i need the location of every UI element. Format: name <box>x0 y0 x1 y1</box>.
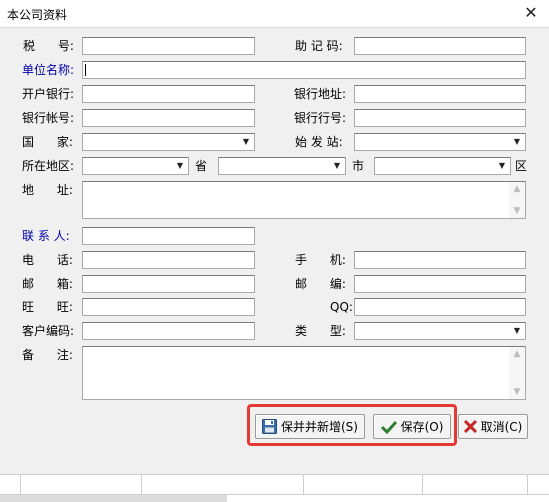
grid-cell <box>303 475 423 494</box>
address-field[interactable]: ▲ ▼ <box>82 181 526 219</box>
save-and-new-button[interactable]: 保并并新增(S) <box>255 414 365 439</box>
email-label: 邮 箱: <box>22 277 73 291</box>
contact-label: 联 系 人: <box>22 229 70 243</box>
bank-account-label: 银行帐号: <box>22 111 75 125</box>
region-label: 所在地区: <box>22 159 75 173</box>
city-select[interactable]: ▼ <box>374 157 511 175</box>
scroll-up-icon[interactable]: ▲ <box>509 182 525 196</box>
address-scrollbar[interactable]: ▲ ▼ <box>509 182 525 218</box>
phone-label: 电 话: <box>22 253 73 267</box>
scroll-down-icon[interactable]: ▼ <box>509 204 525 218</box>
origin-station-select[interactable]: ▼ <box>354 133 526 151</box>
postcode-field[interactable] <box>354 275 526 293</box>
company-name-label: 单位名称: <box>22 63 75 77</box>
bank-address-field[interactable] <box>354 85 526 103</box>
chevron-down-icon[interactable]: ▼ <box>509 134 525 150</box>
mnemonic-field[interactable] <box>354 37 526 55</box>
grid-cell <box>422 475 528 494</box>
bank-account-field[interactable] <box>82 109 255 127</box>
window-title: 本公司资料 <box>7 8 68 22</box>
cancel-button[interactable]: 取消(C) <box>458 414 528 439</box>
background-table-strip <box>0 474 549 502</box>
tax-no-label: 税 号: <box>23 39 74 53</box>
qq-field[interactable] <box>354 298 526 316</box>
phone-field[interactable] <box>82 251 255 269</box>
type-select[interactable]: ▼ <box>354 322 526 340</box>
chevron-down-icon[interactable]: ▼ <box>329 158 345 174</box>
customer-code-label: 客户编码: <box>22 324 75 338</box>
bank-label: 开户银行: <box>22 87 75 101</box>
close-icon[interactable]: ✕ <box>519 2 543 24</box>
city-label: 市 <box>352 159 365 173</box>
contact-field[interactable] <box>82 227 255 245</box>
wangwang-label: 旺 旺: <box>22 300 73 314</box>
bank-code-field[interactable] <box>354 109 526 127</box>
chevron-down-icon[interactable]: ▼ <box>509 323 525 339</box>
remark-label: 备 注: <box>22 348 73 362</box>
bank-field[interactable] <box>82 85 255 103</box>
mnemonic-label: 助 记 码: <box>295 39 343 53</box>
check-icon <box>380 420 397 434</box>
email-field[interactable] <box>82 275 255 293</box>
scroll-up-icon[interactable]: ▲ <box>509 347 525 361</box>
remark-scrollbar[interactable]: ▲ ▼ <box>509 347 525 399</box>
mobile-label: 手 机: <box>295 253 346 267</box>
save-label: 保存(O) <box>400 420 444 434</box>
title-bar: 本公司资料 ✕ <box>0 0 549 28</box>
cancel-x-icon <box>463 420 477 433</box>
bank-address-label: 银行地址: <box>294 87 347 101</box>
type-label: 类 型: <box>295 324 346 338</box>
tax-no-field[interactable] <box>82 37 255 55</box>
grid-cell <box>141 475 304 494</box>
save-and-new-label: 保并并新增(S) <box>281 420 358 434</box>
province-select[interactable]: ▼ <box>218 157 346 175</box>
origin-station-label: 始 发 站: <box>295 135 343 149</box>
district-label: 区 <box>515 159 528 173</box>
qq-label: QQ: <box>330 300 353 314</box>
region-select[interactable]: ▼ <box>82 157 189 175</box>
address-label: 地 址: <box>22 183 73 197</box>
company-name-field[interactable] <box>82 61 526 79</box>
mobile-field[interactable] <box>354 251 526 269</box>
scroll-down-icon[interactable]: ▼ <box>509 385 525 399</box>
country-label: 国 家: <box>22 135 73 149</box>
floppy-disk-icon <box>262 419 277 434</box>
grid-cell <box>0 475 21 494</box>
cancel-label: 取消(C) <box>480 420 523 434</box>
customer-code-field[interactable] <box>82 322 255 340</box>
save-button[interactable]: 保存(O) <box>373 414 451 439</box>
chevron-down-icon[interactable]: ▼ <box>494 158 510 174</box>
province-label: 省 <box>195 159 208 173</box>
country-select[interactable]: ▼ <box>82 133 255 151</box>
wangwang-field[interactable] <box>82 298 255 316</box>
bank-code-label: 银行行号: <box>294 111 347 125</box>
grid-cell <box>20 475 142 494</box>
remark-field[interactable]: ▲ ▼ <box>82 346 526 400</box>
chevron-down-icon[interactable]: ▼ <box>238 134 254 150</box>
chevron-down-icon[interactable]: ▼ <box>172 158 188 174</box>
postcode-label: 邮 编: <box>295 277 346 291</box>
